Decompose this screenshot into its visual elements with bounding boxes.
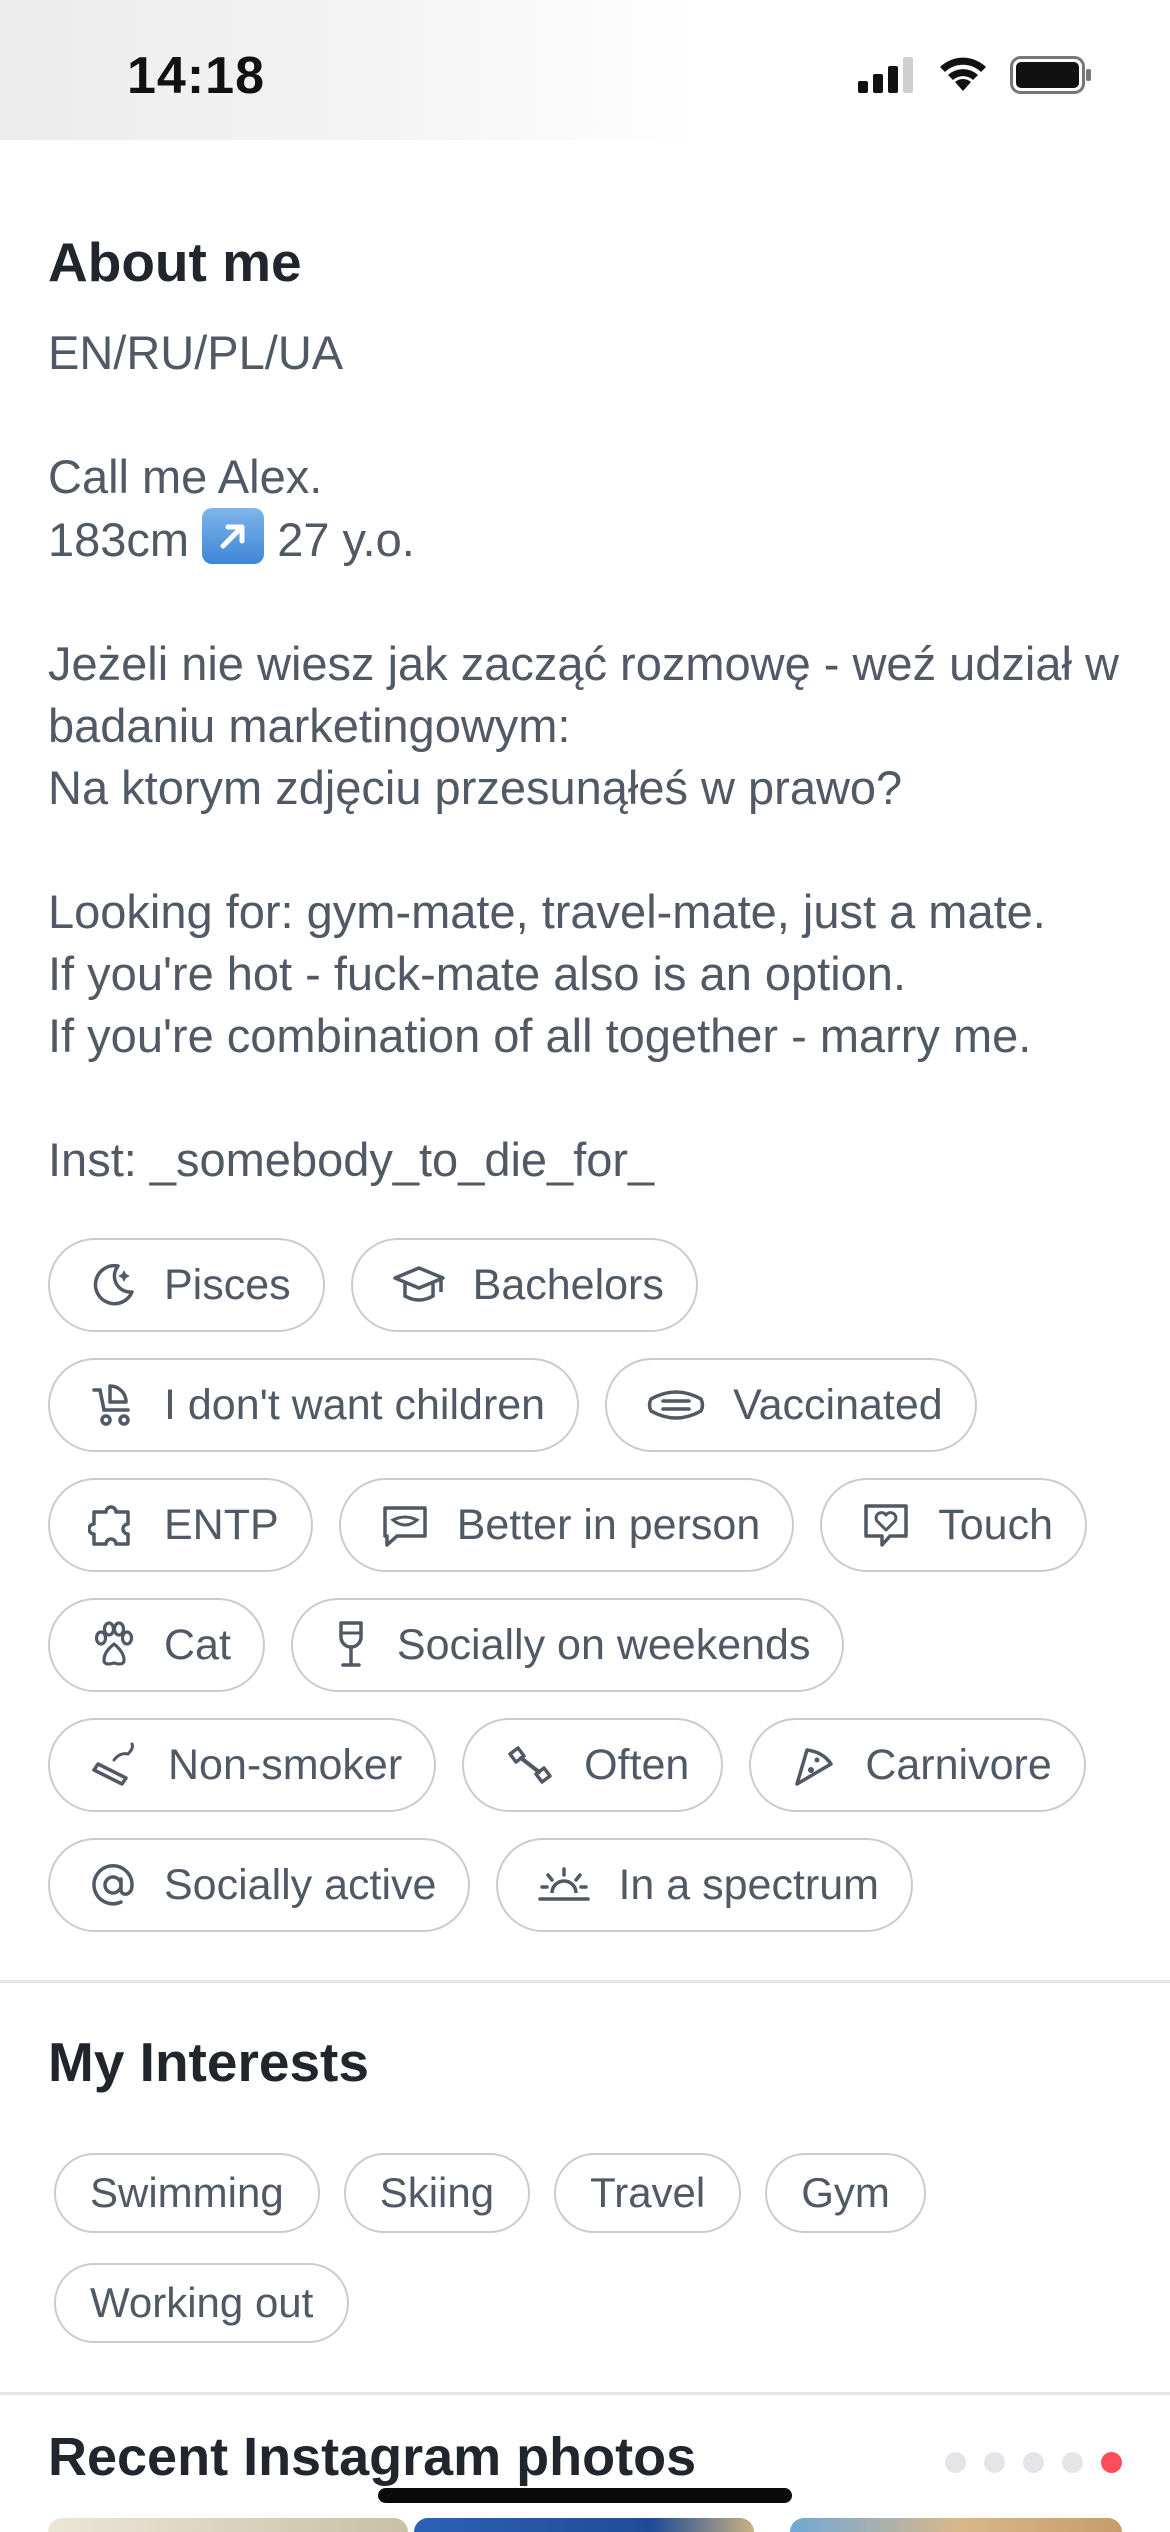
sunrise-icon [538,1867,591,1901]
battery-icon [1010,56,1091,94]
wifi-icon [940,57,986,91]
chip-pets: Cat [48,1598,265,1692]
status-time: 14:18 [127,47,265,105]
chip-workout: Often [462,1718,724,1812]
instagram-title: Recent Instagram photos [48,2427,697,2487]
paw-icon [94,1621,134,1666]
interest-tag: Skiing [343,2153,531,2233]
instagram-photo[interactable] [48,2518,408,2532]
chip-smoking: Non-smoker [48,1718,437,1812]
status-icons [858,56,1092,94]
photo-page-indicator [945,2452,1122,2473]
page-dot[interactable] [1062,2452,1083,2473]
graduation-cap-icon [392,1266,445,1302]
page-dot[interactable] [984,2452,1005,2473]
bio-looking-for: Looking for: gym-mate, travel-mate, just… [48,885,1046,1062]
page-dot[interactable] [1023,2452,1044,2473]
bio-polish: Jeżeli nie wiesz jak zacząć rozmowę - we… [48,637,1119,814]
chip-personality: ENTP [48,1478,313,1572]
chip-love-language: Touch [820,1478,1087,1572]
cigarette-icon [92,1742,134,1786]
heart-bubble-icon [864,1504,908,1547]
chip-communication: Better in person [338,1478,795,1572]
instagram-photo[interactable] [414,2518,754,2532]
puzzle-icon [88,1505,130,1546]
chip-sleeping-habits: In a spectrum [496,1838,913,1932]
stroller-icon [92,1384,130,1426]
chip-diet: Carnivore [749,1718,1086,1812]
status-bar: 14:18 [0,0,1170,140]
page-dot-active[interactable] [1101,2452,1122,2473]
moon-icon [93,1263,134,1306]
interest-tag: Swimming [54,2153,320,2233]
chip-family-plans: I don't want children [48,1358,580,1452]
instagram-photo[interactable] [790,2518,1122,2532]
up-right-arrow-icon [202,508,265,564]
speech-bubble-icon [382,1506,427,1547]
section-divider [0,2392,1170,2395]
page-dot[interactable] [945,2452,966,2473]
bio-text: EN/RU/PL/UA Call me Alex. 183cm 27 y.o. … [48,322,1138,1191]
interest-tag: Travel [554,2153,742,2233]
interest-tag: Working out [54,2263,350,2343]
mask-icon [647,1390,705,1420]
bio-name: Call me Alex. [48,450,323,503]
attribute-chips: Pisces Bachelors I don't want children V… [48,1238,1138,1932]
interest-tags: Swimming Skiing Travel Gym Working out [54,2153,1114,2343]
dumbbell-icon [508,1746,552,1784]
interest-tag: Gym [765,2153,926,2233]
pizza-icon [795,1748,834,1786]
chip-covid-vaccine: Vaccinated [605,1358,977,1452]
bio-instagram: Inst: _somebody_to_die_for_ [48,1133,655,1186]
wine-glass-icon [339,1621,363,1667]
chip-zodiac: Pisces [48,1238,325,1332]
chip-social-media: Socially active [48,1838,471,1932]
bio-languages: EN/RU/PL/UA [48,326,344,379]
chip-education: Bachelors [350,1238,698,1332]
bio-height: 183cm [48,513,190,566]
about-title: About me [48,231,302,293]
section-divider [0,1980,1170,1983]
cellular-signal-icon [858,57,913,93]
home-indicator[interactable] [378,2488,792,2503]
interests-title: My Interests [48,2031,369,2093]
about-section: About me EN/RU/PL/UA Call me Alex. 183cm… [48,230,1138,1191]
at-icon [92,1864,134,1906]
chip-drinking: Socially on weekends [290,1598,845,1692]
bio-age: 27 y.o. [277,513,415,566]
